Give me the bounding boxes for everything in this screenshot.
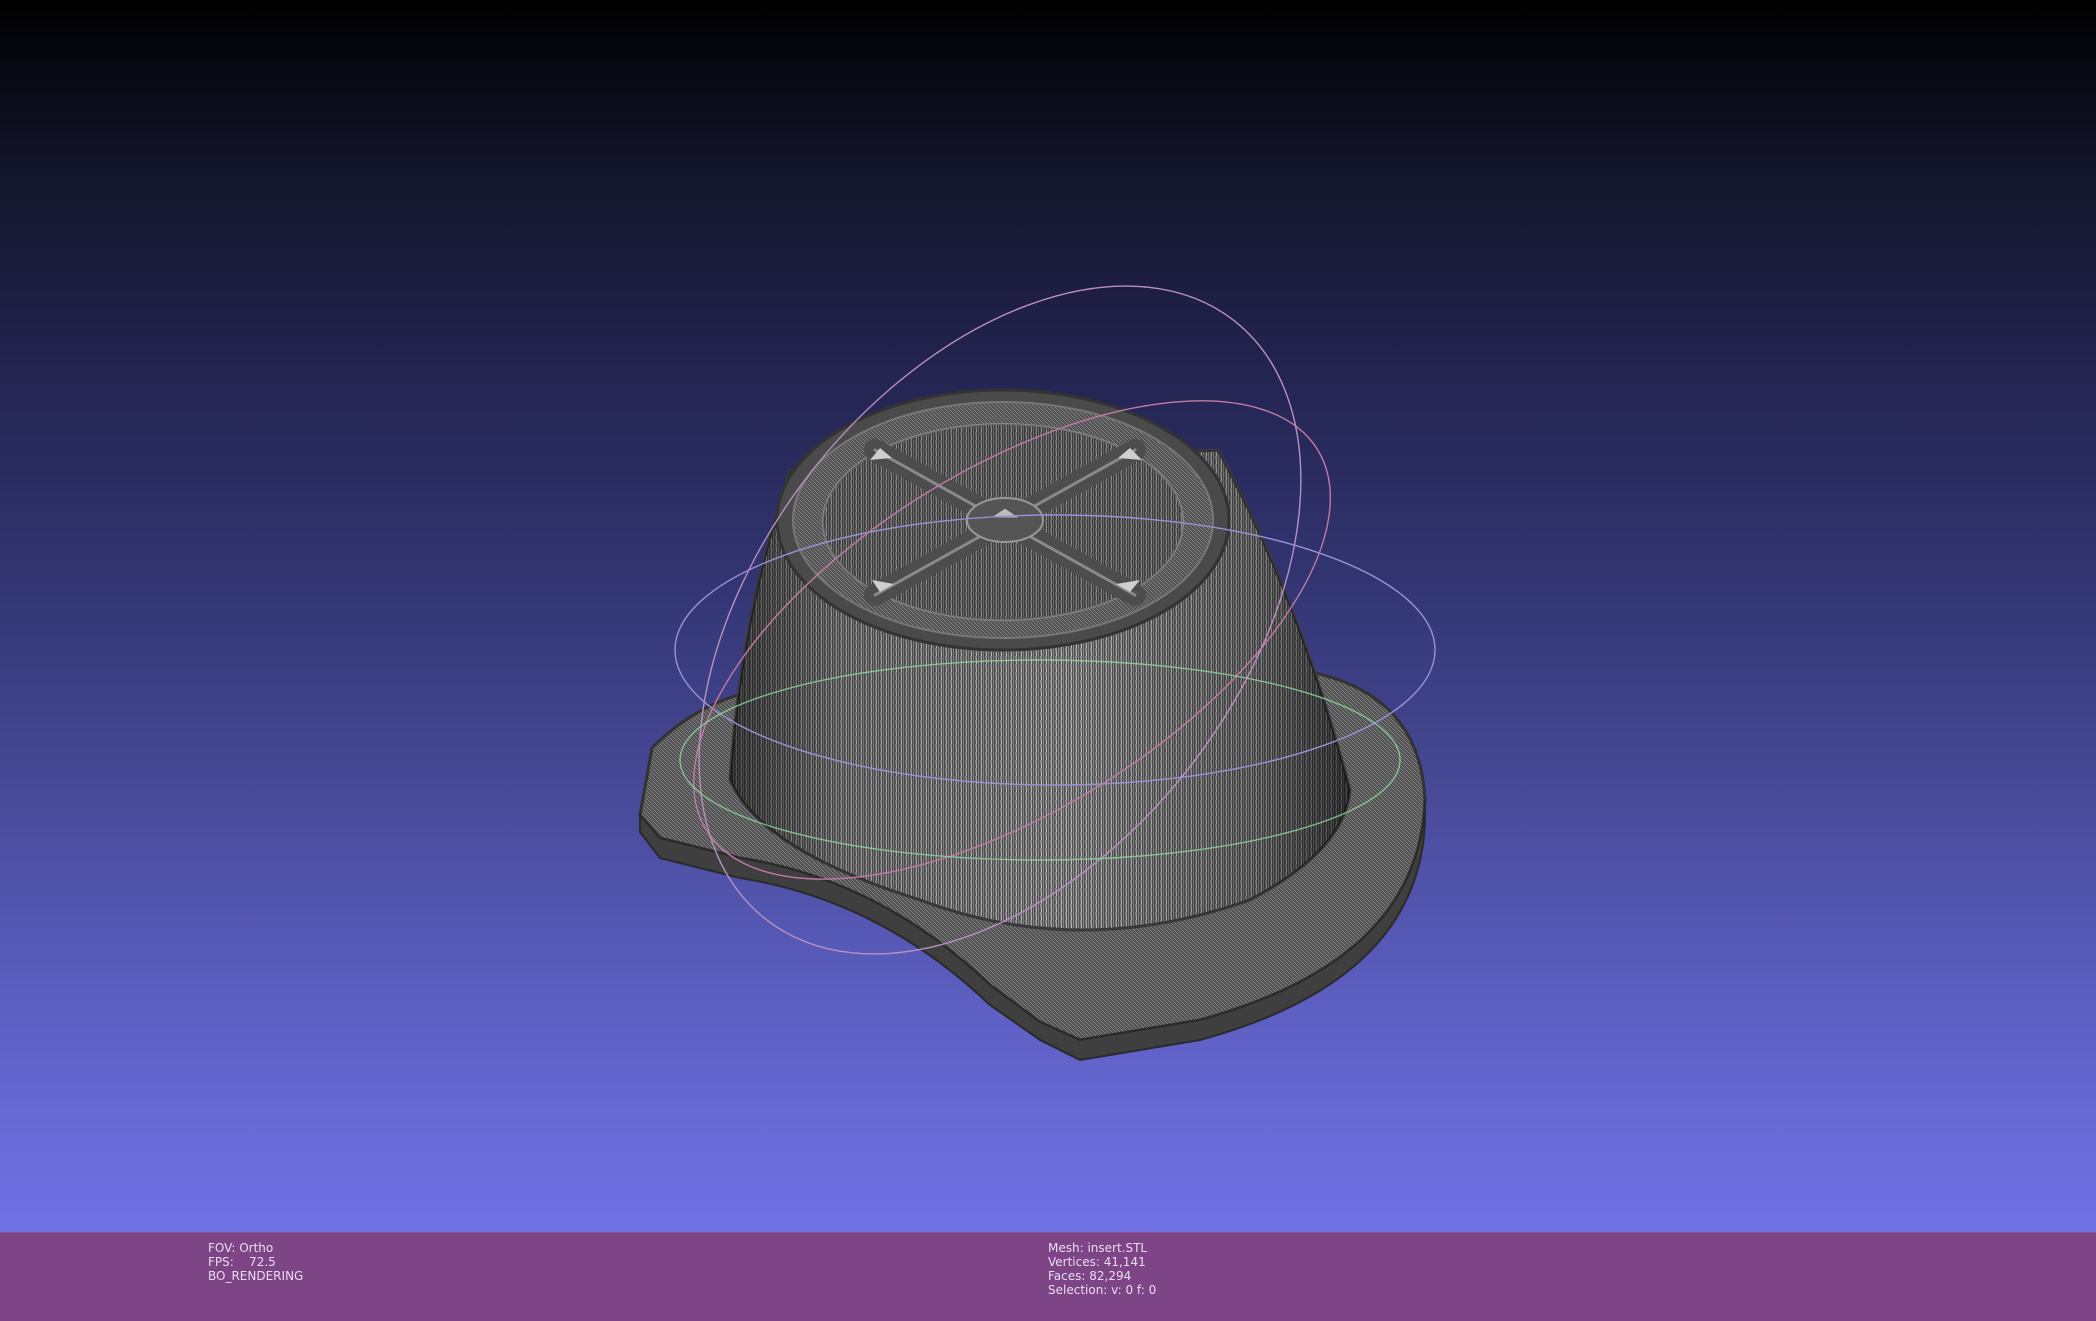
fps-label: FPS: 72.5 [208, 1255, 276, 1269]
3d-viewport[interactable] [0, 0, 2096, 1232]
rendering-mode-label: BO_RENDERING [208, 1269, 304, 1283]
mesh-info: Mesh: insert.STL Vertices: 41,141 Faces:… [1048, 1241, 1156, 1297]
mesh-name-label: Mesh: insert.STL [1048, 1241, 1148, 1255]
selection-label: Selection: v: 0 f: 0 [1048, 1283, 1157, 1297]
render-info: FOV: Ortho FPS: 72.5 BO_RENDERING [208, 1241, 303, 1283]
status-info-bar: FOV: Ortho FPS: 72.5 BO_RENDERING Mesh: … [0, 1232, 2096, 1321]
faces-count-label: Faces: 82,294 [1048, 1269, 1132, 1283]
vertices-count-label: Vertices: 41,141 [1048, 1255, 1146, 1269]
fov-label: FOV: Ortho [208, 1241, 274, 1255]
mesh-render[interactable] [0, 0, 2096, 1232]
